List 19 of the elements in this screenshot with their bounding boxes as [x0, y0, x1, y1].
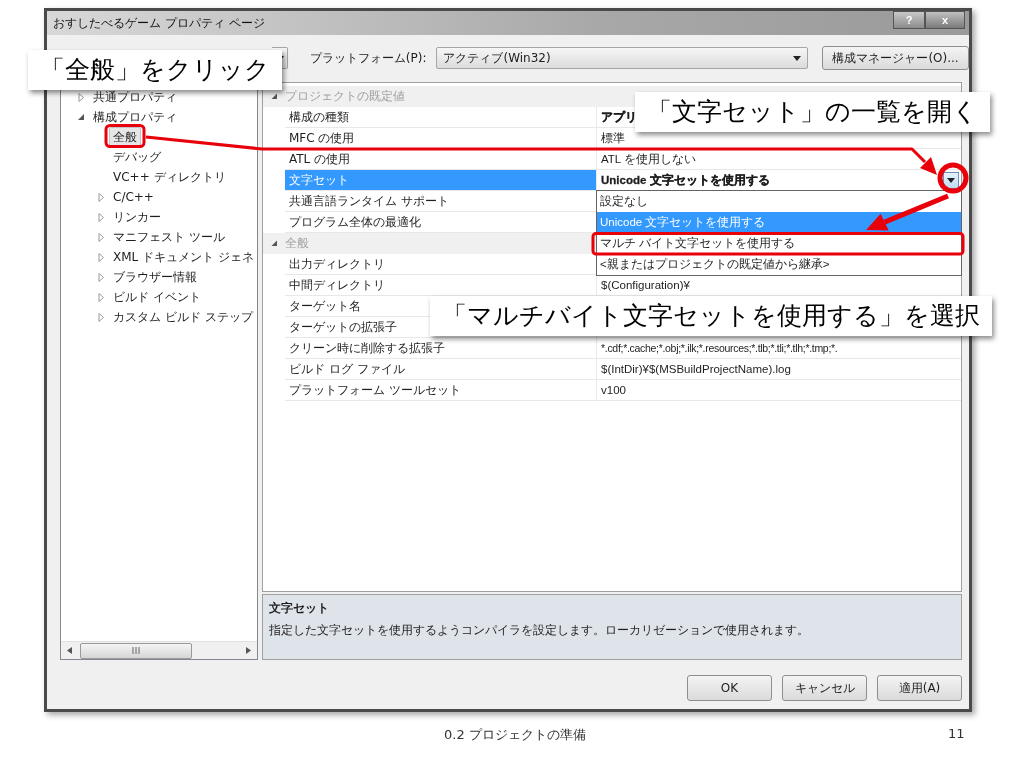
- description-text: 指定した文字セットを使用するようコンパイラを設定します。ローカリゼーションで使用されます。: [269, 622, 810, 639]
- platform-label: プラットフォーム(P):: [309, 49, 427, 67]
- category-title: プロジェクトの既定値: [285, 88, 405, 105]
- callout-tooltip: 「マルチバイト文字セットを使用する」を選択: [430, 296, 992, 336]
- property-value: 標準: [601, 130, 625, 146]
- property-value: Unicode 文字セットを使用する: [601, 172, 770, 188]
- property-value: アプリ: [601, 109, 637, 125]
- callout-tooltip: 「全般」をクリック: [28, 50, 282, 90]
- category-title: 全般: [285, 235, 309, 252]
- property-value: $(Configuration)¥: [601, 279, 690, 291]
- section-title: 0.2 プロジェクトの準備: [444, 726, 586, 744]
- property-value: *.cdf;*.cache;*.obj;*.ilk;*.resources;*.tlb;*.tli;*.tlh;*.tmp;*.: [601, 342, 838, 354]
- window-title: おすしたべるゲーム プロパティ ページ: [53, 14, 265, 32]
- callout-tooltip: 「文字セット」の一覧を開く: [635, 92, 990, 132]
- page-number: 11: [948, 726, 965, 741]
- property-value: ATL を使用しない: [601, 151, 696, 167]
- description-title: 文字セット: [269, 600, 330, 617]
- property-value: v100: [601, 384, 626, 396]
- property-value: $(IntDir)¥$(MSBuildProjectName).log: [601, 363, 791, 375]
